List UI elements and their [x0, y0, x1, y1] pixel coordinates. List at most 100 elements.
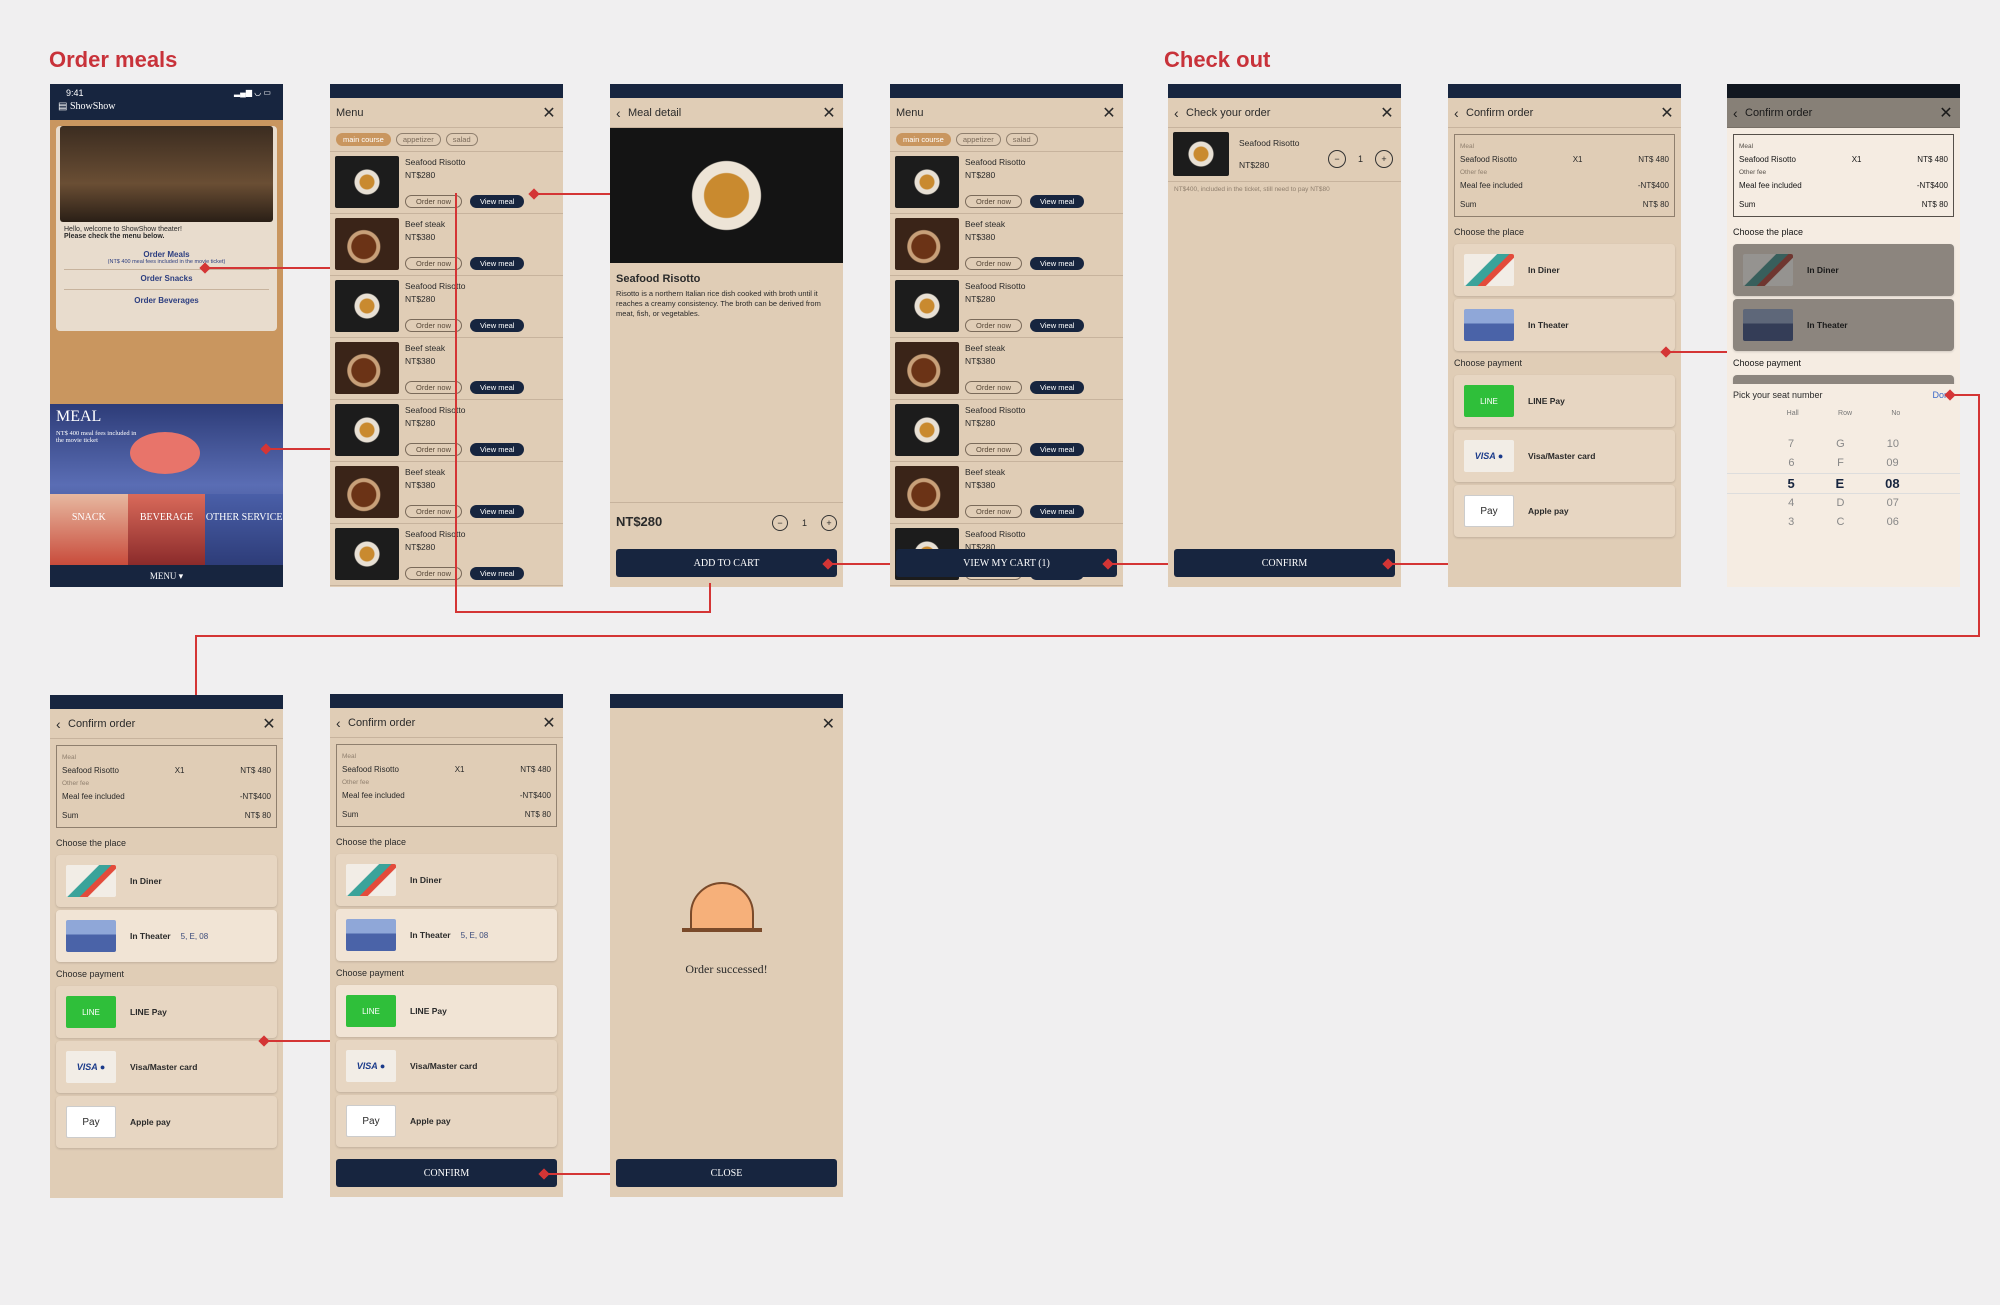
flow-line: [1978, 394, 1980, 637]
tag-salad[interactable]: salad: [445, 133, 478, 146]
view-meal-button[interactable]: View meal: [1030, 381, 1085, 394]
close-icon[interactable]: ✕: [1379, 103, 1395, 123]
beverage-category[interactable]: BEVERAGE: [127, 494, 206, 566]
seat-row[interactable]: 7 G 10: [1727, 435, 1960, 454]
apple-pay-option[interactable]: Pay Apple pay: [56, 1096, 277, 1148]
visa-option[interactable]: VISA ● Visa/Master card: [56, 1041, 277, 1093]
seat-row[interactable]: 5 E 08: [1727, 473, 1960, 494]
order-now-button[interactable]: Order now: [965, 443, 1023, 456]
order-now-button[interactable]: Order now: [405, 319, 463, 332]
visa-option[interactable]: VISA ● Visa/Master card: [336, 1040, 557, 1092]
place-theater-option[interactable]: In Theater: [1733, 299, 1954, 351]
line-pay-option[interactable]: LINELINE Pay: [56, 986, 277, 1038]
back-icon[interactable]: ‹: [616, 105, 628, 121]
tag-main-course[interactable]: main course: [896, 133, 951, 146]
detail-title: Meal detail: [628, 106, 682, 119]
view-meal-button[interactable]: View meal: [470, 257, 525, 270]
back-icon[interactable]: ‹: [56, 716, 68, 732]
view-meal-button[interactable]: View meal: [470, 567, 525, 580]
close-icon[interactable]: ✕: [1659, 103, 1675, 123]
place-theater-option[interactable]: In Theater 5, E, 08: [336, 909, 557, 961]
tag-main-course[interactable]: main course: [336, 133, 391, 146]
place-diner-option[interactable]: In Diner: [56, 855, 277, 907]
line-pay-option[interactable]: LINELINE Pay: [1454, 375, 1675, 427]
view-meal-button[interactable]: View meal: [470, 319, 525, 332]
visa-icon: VISA ●: [1464, 440, 1514, 472]
close-icon[interactable]: ✕: [821, 103, 837, 123]
order-now-button[interactable]: Order now: [965, 319, 1023, 332]
back-icon[interactable]: ‹: [336, 715, 348, 731]
close-button[interactable]: CLOSE: [616, 1159, 837, 1187]
order-now-button[interactable]: Order now: [965, 257, 1023, 270]
view-meal-button[interactable]: View meal: [470, 195, 525, 208]
place-theater-option[interactable]: In Theater 5, E, 08: [56, 910, 277, 962]
view-meal-button[interactable]: View meal: [1030, 443, 1085, 456]
tag-appetizer[interactable]: appetizer: [955, 133, 1001, 146]
confirm-button[interactable]: CONFIRM: [336, 1159, 557, 1187]
confirm-header: ‹ Confirm order ✕: [1448, 98, 1681, 128]
order-beverages-link[interactable]: Order Beverages: [56, 296, 277, 305]
plus-icon[interactable]: +: [1375, 150, 1393, 168]
visa-option[interactable]: VISA ● Visa/Master card: [1454, 430, 1675, 482]
other-service-category[interactable]: OTHER SERVICE: [205, 494, 283, 566]
view-meal-button[interactable]: View meal: [1030, 319, 1085, 332]
close-icon[interactable]: ✕: [541, 713, 557, 733]
snack-category[interactable]: SNACK: [50, 494, 128, 566]
back-icon[interactable]: ‹: [1174, 105, 1186, 121]
seat-row[interactable]: 4 D 07: [1727, 494, 1960, 513]
tag-appetizer[interactable]: appetizer: [395, 133, 441, 146]
confirm-button[interactable]: CONFIRM: [1174, 549, 1395, 577]
seat-row[interactable]: 3 C 06: [1727, 513, 1960, 532]
order-meals-link[interactable]: Order Meals: [56, 250, 277, 259]
close-icon[interactable]: ✕: [1101, 103, 1117, 123]
view-cart-button[interactable]: VIEW MY CART (1): [896, 549, 1117, 577]
theater-label: In Theater: [1807, 320, 1848, 330]
line-pay-option[interactable]: LINELINE Pay: [1733, 375, 1954, 384]
minus-icon[interactable]: −: [771, 515, 788, 531]
view-meal-button[interactable]: View meal: [1030, 195, 1085, 208]
menu-item: Beef steak NT$380 Order now View meal: [330, 462, 563, 524]
back-icon[interactable]: ‹: [1454, 105, 1466, 121]
view-meal-button[interactable]: View meal: [470, 381, 525, 394]
view-meal-button[interactable]: View meal: [1030, 257, 1085, 270]
view-meal-button[interactable]: View meal: [470, 505, 525, 518]
order-now-button[interactable]: Order now: [965, 505, 1023, 518]
order-now-button[interactable]: Order now: [405, 567, 463, 580]
close-icon[interactable]: ✕: [1938, 103, 1954, 123]
visa-icon: VISA ●: [346, 1050, 396, 1082]
meal-item-price: NT$380: [965, 356, 996, 366]
minus-icon[interactable]: −: [1327, 150, 1346, 168]
tag-salad[interactable]: salad: [1005, 133, 1038, 146]
close-icon[interactable]: ✕: [541, 103, 557, 123]
meal-banner[interactable]: MEAL NT$ 400 meal fees included in the m…: [50, 404, 283, 566]
menu-bar[interactable]: MENU ▾: [50, 565, 283, 587]
seat-wheel[interactable]: 7 G 10 6 F 09 5 E 08 4 D 07 3 C 06: [1727, 421, 1960, 532]
other-fee-label: Other fee: [62, 780, 90, 787]
order-now-button[interactable]: Order now: [405, 505, 463, 518]
order-now-button[interactable]: Order now: [405, 443, 463, 456]
order-summary: Meal Seafood Risotto X1 NT$ 480 Other fee Mea…: [336, 744, 557, 827]
sum-label: Sum: [1739, 200, 1756, 209]
plus-icon[interactable]: +: [821, 515, 837, 531]
place-theater-option[interactable]: In Theater: [1454, 299, 1675, 351]
order-now-button[interactable]: Order now: [965, 381, 1023, 394]
place-diner-option[interactable]: In Diner: [1733, 244, 1954, 296]
place-diner-option[interactable]: In Diner: [336, 854, 557, 906]
order-now-button[interactable]: Order now: [405, 381, 463, 394]
apple-pay-option[interactable]: Pay Apple pay: [1454, 485, 1675, 537]
apple-pay-option[interactable]: Pay Apple pay: [336, 1095, 557, 1147]
back-icon[interactable]: ‹: [1733, 105, 1745, 121]
flow-line: [1668, 351, 1727, 353]
seat-row[interactable]: 6 F 09: [1727, 454, 1960, 473]
order-now-button[interactable]: Order now: [405, 195, 463, 208]
place-diner-option[interactable]: In Diner: [1454, 244, 1675, 296]
close-icon[interactable]: ✕: [822, 714, 835, 734]
order-now-button[interactable]: Order now: [965, 195, 1023, 208]
add-to-cart-button[interactable]: ADD TO CART: [616, 549, 837, 577]
order-now-button[interactable]: Order now: [405, 257, 463, 270]
line-pay-option[interactable]: LINELINE Pay: [336, 985, 557, 1037]
view-meal-button[interactable]: View meal: [470, 443, 525, 456]
close-icon[interactable]: ✕: [261, 714, 277, 734]
view-meal-button[interactable]: View meal: [1030, 505, 1085, 518]
order-snacks-link[interactable]: Order Snacks: [56, 274, 277, 283]
